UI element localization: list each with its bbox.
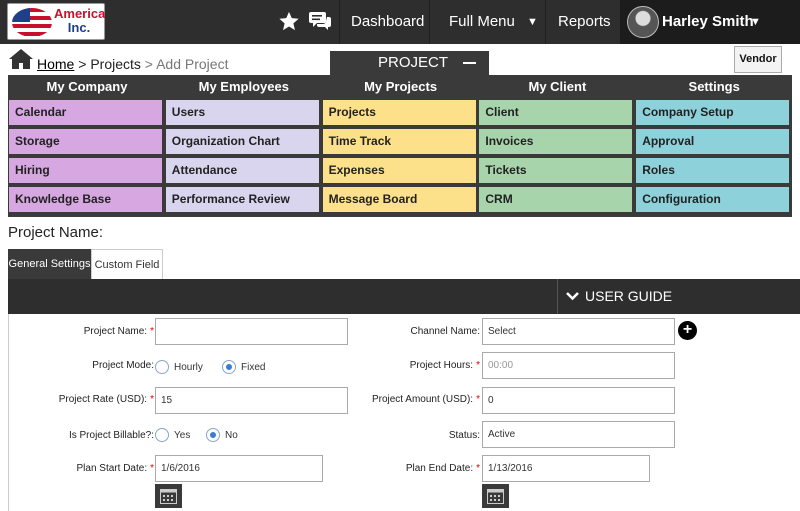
project-name-label: Project Name: * <box>83 326 154 337</box>
menu-item[interactable]: Knowledge Base <box>9 187 162 212</box>
tab-general-settings[interactable]: General Settings <box>8 249 91 279</box>
full-menu-caret-icon[interactable]: ▼ <box>527 0 538 44</box>
nav-reports[interactable]: Reports <box>558 0 611 44</box>
menu-item[interactable]: Invoices <box>479 129 633 154</box>
plan-end-input[interactable]: 1/13/2016 <box>482 455 650 482</box>
status-label: Status: <box>448 430 480 441</box>
logo-text-line2: Inc. <box>67 20 91 35</box>
project-rate-input[interactable]: 15 <box>155 387 348 414</box>
billable-no-radio[interactable] <box>206 428 220 442</box>
menu-item[interactable]: Users <box>165 100 319 125</box>
user-guide-toggle[interactable]: USER GUIDE <box>566 279 672 314</box>
company-logo[interactable]: America Inc. <box>7 3 105 40</box>
menu-column-title[interactable]: My Client <box>479 75 635 99</box>
guide-divider <box>557 279 558 314</box>
billable-yes-radio[interactable] <box>155 428 169 442</box>
project-tab-label: PROJECT <box>378 54 449 71</box>
menu-column-title[interactable]: My Company <box>9 75 165 99</box>
top-navbar: America Inc. Dashboard Full Menu ▼ Repor… <box>0 0 800 44</box>
billable-yes-label: Yes <box>174 430 191 441</box>
calendar-icon[interactable] <box>482 484 509 508</box>
status-select[interactable]: Active <box>482 421 675 448</box>
menu-column-title[interactable]: Settings <box>636 75 792 99</box>
chat-icon[interactable] <box>308 10 332 34</box>
menu-item[interactable]: Projects <box>322 100 476 125</box>
menu-item[interactable]: CRM <box>479 187 633 212</box>
channel-name-select[interactable]: Select <box>482 318 675 345</box>
menu-column: My Employees Users Organization Chart Atten… <box>165 75 322 212</box>
nav-divider <box>429 0 430 44</box>
breadcrumb-projects[interactable]: Projects <box>90 56 141 72</box>
mode-hourly-label: Hourly <box>174 362 203 373</box>
menu-column: Settings Company Setup Approval Roles Config… <box>636 75 792 212</box>
project-amount-input[interactable]: 0 <box>482 387 675 414</box>
page-title: Project Name: <box>8 224 104 241</box>
menu-item[interactable]: Company Setup <box>636 100 790 125</box>
breadcrumb-separator: > <box>74 56 91 72</box>
menu-item[interactable]: Storage <box>9 129 162 154</box>
user-caret-icon[interactable]: ▼ <box>750 0 761 44</box>
menu-column-title[interactable]: My Projects <box>323 75 479 99</box>
menu-column: My Projects Projects Time Track Expenses Mes… <box>322 75 479 212</box>
plan-start-input[interactable]: 1/6/2016 <box>155 455 323 482</box>
project-hours-input[interactable]: 00:00 <box>482 352 675 379</box>
menu-item[interactable]: Tickets <box>479 158 633 183</box>
chevron-down-icon <box>566 280 579 315</box>
channel-name-label: Channel Name: <box>410 326 480 337</box>
home-icon[interactable] <box>9 49 33 69</box>
menu-item[interactable]: Approval <box>636 129 790 154</box>
menu-item[interactable]: Organization Chart <box>165 129 319 154</box>
breadcrumb: Home > Projects > Add Project <box>37 56 228 72</box>
user-menu[interactable]: Harley Smith ▼ <box>620 0 800 44</box>
calendar-icon[interactable] <box>155 484 182 508</box>
menu-item[interactable]: Calendar <box>9 100 162 125</box>
project-rate-label: Project Rate (USD): * <box>58 394 154 405</box>
project-name-input[interactable] <box>155 318 348 345</box>
menu-column-title[interactable]: My Employees <box>166 75 322 99</box>
logo-text-line1: America <box>54 6 106 21</box>
menu-item[interactable]: Expenses <box>322 158 476 183</box>
breadcrumb-current: Add Project <box>156 56 229 72</box>
project-mode-label: Project Mode: <box>92 360 154 371</box>
menu-item[interactable]: Attendance <box>165 158 319 183</box>
nav-full-menu[interactable]: Full Menu <box>449 0 515 44</box>
user-name: Harley Smith <box>662 13 754 30</box>
billable-no-label: No <box>225 430 238 441</box>
module-menu: My Company Calendar Storage Hiring Knowledge… <box>8 75 792 217</box>
nav-divider <box>339 0 340 44</box>
project-hours-label: Project Hours: * <box>409 360 480 371</box>
menu-column: My Client Client Invoices Tickets CRM <box>479 75 635 212</box>
form-header-bar <box>8 279 800 314</box>
add-channel-plus-icon[interactable]: + <box>678 321 697 340</box>
menu-item[interactable]: Client <box>479 100 633 125</box>
tab-custom-field[interactable]: Custom Field <box>91 249 163 279</box>
form-area <box>8 314 800 511</box>
nav-dashboard[interactable]: Dashboard <box>351 0 424 44</box>
breadcrumb-home-link[interactable]: Home <box>37 56 74 72</box>
menu-item[interactable]: Message Board <box>322 187 476 212</box>
project-amount-label: Project Amount (USD): * <box>371 394 480 405</box>
project-section-tab[interactable]: PROJECT <box>330 51 489 75</box>
menu-item[interactable]: Configuration <box>636 187 790 212</box>
mode-hourly-radio[interactable] <box>155 360 169 374</box>
plan-start-label: Plan Start Date: * <box>76 463 155 474</box>
mode-fixed-label: Fixed <box>241 362 266 373</box>
billable-label: Is Project Billable?: <box>68 430 154 441</box>
avatar <box>627 6 659 38</box>
menu-item[interactable]: Hiring <box>9 158 162 183</box>
menu-item[interactable]: Time Track <box>322 129 476 154</box>
nav-divider <box>545 0 546 44</box>
plan-end-label: Plan End Date: * <box>405 463 480 474</box>
vendor-button[interactable]: Vendor <box>734 46 782 73</box>
user-guide-label: USER GUIDE <box>585 288 673 304</box>
menu-column: My Company Calendar Storage Hiring Knowledge… <box>9 75 165 212</box>
menu-item[interactable]: Performance Review <box>165 187 319 212</box>
menu-item[interactable]: Roles <box>636 158 790 183</box>
flag-logo-icon <box>12 8 52 37</box>
breadcrumb-separator: > <box>140 56 157 72</box>
collapse-minus-icon[interactable] <box>463 62 476 64</box>
star-icon[interactable] <box>278 10 302 34</box>
mode-fixed-radio[interactable] <box>222 360 236 374</box>
